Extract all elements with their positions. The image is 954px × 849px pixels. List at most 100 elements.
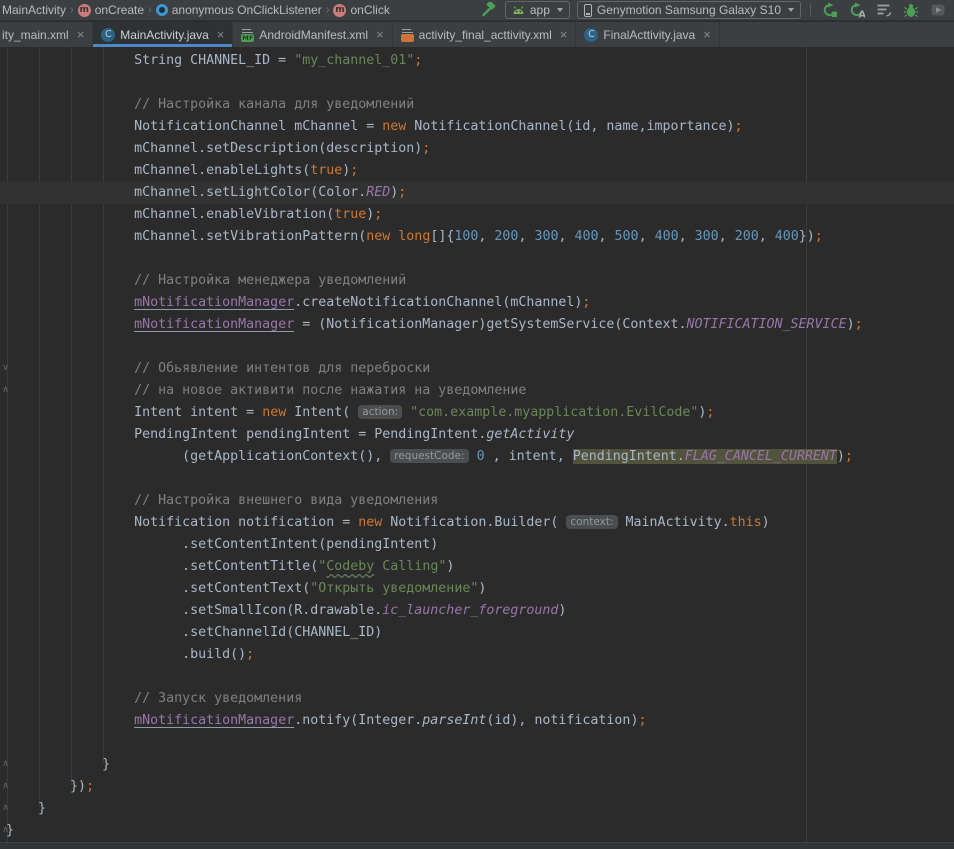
code-line — [6, 666, 954, 688]
code-token: mChannel.enableLights( — [6, 163, 310, 178]
code-editor[interactable]: String CHANNEL_ID = "my_channel_01"; // … — [0, 47, 954, 843]
code-token: , — [759, 229, 775, 244]
parameter-hint: requestCode: — [390, 449, 468, 463]
tab-close-icon[interactable]: × — [560, 28, 568, 41]
tab-close-icon[interactable]: × — [703, 28, 711, 41]
breadcrumb-item[interactable]: MainActivity — [2, 3, 66, 17]
parameter-hint: context: — [566, 515, 617, 529]
profile-button[interactable] — [928, 1, 948, 19]
fold-marker-icon[interactable]: ∧ — [0, 802, 11, 814]
run-toolbar: app Genymotion Samsung Galaxy S10 A — [478, 1, 950, 19]
code-token: 0 — [477, 449, 485, 464]
code-line: // Настройка канала для уведомлений — [6, 94, 954, 116]
code-token: .setContentIntent(pendingIntent) — [6, 537, 438, 552]
navigation-bar: MainActivity › monCreate › anonymous OnClick… — [0, 0, 954, 21]
tab-FinalActtivity.java[interactable]: CFinalActtivity.java× — [576, 22, 719, 47]
code-line: mChannel.setLightColor(Color.RED); — [6, 182, 954, 204]
code-token: (getApplicationContext(), — [6, 449, 390, 464]
code-token: mChannel.setLightColor(Color. — [6, 185, 366, 200]
code-token: } — [6, 801, 46, 816]
code-token: String CHANNEL_ID = — [6, 53, 294, 68]
code-token: .notify(Integer. — [294, 713, 422, 728]
code-token: 400 — [775, 229, 799, 244]
build-hammer-button[interactable] — [478, 1, 498, 19]
tab-ity_main.xml[interactable]: ity_main.xml× — [0, 22, 93, 47]
code-token: mNotificationManager — [134, 713, 294, 728]
code-token: 400 — [655, 229, 679, 244]
code-token — [402, 405, 410, 420]
code-line: .build(); — [6, 644, 954, 666]
attach-debugger-button[interactable] — [874, 1, 894, 19]
fold-marker-icon[interactable]: ∧ — [0, 758, 11, 770]
code-token — [6, 295, 134, 310]
breadcrumb-item[interactable]: monClick — [333, 3, 389, 17]
code-token: .setContentTitle( — [6, 559, 318, 574]
tab-activity_final_acttivity.xml[interactable]: activity_final_acttivity.xml × — [393, 22, 577, 47]
tab-MainActivity.java[interactable]: C MainActivity.java × — [93, 22, 233, 47]
code-token: ) — [558, 603, 566, 618]
code-token: .setSmallIcon(R.drawable. — [6, 603, 382, 618]
code-token: // Настройка канала для уведомлений — [6, 97, 414, 112]
tab-AndroidManifest.xml[interactable]: MFAndroidManifest.xml× — [233, 22, 392, 47]
tab-close-icon[interactable]: × — [217, 28, 225, 41]
code-token: Notification notification = — [6, 515, 358, 530]
code-line: mChannel.enableLights(true); — [6, 160, 954, 182]
tab-label: FinalActtivity.java — [603, 28, 695, 42]
code-token: }) — [6, 779, 86, 794]
code-token: .setContentText( — [6, 581, 310, 596]
breadcrumb-separator-icon: › — [148, 3, 152, 17]
breadcrumb-item[interactable]: monCreate — [78, 3, 144, 17]
tab-label: activity_final_acttivity.xml — [419, 28, 552, 42]
apply-code-changes-button[interactable]: A — [847, 1, 867, 19]
apply-changes-button[interactable] — [820, 1, 840, 19]
code-line: } — [6, 754, 954, 776]
code-line: mNotificationManager.notify(Integer.pars… — [6, 710, 954, 732]
apply-changes-icon — [822, 2, 838, 18]
fold-marker-icon[interactable]: ∧ — [0, 780, 11, 792]
editor-tab-bar: ity_main.xml×CMainActivity.java×MFAndroi… — [0, 22, 954, 48]
code-token: Intent intent = — [6, 405, 262, 420]
code-line — [6, 336, 954, 358]
tab-close-icon[interactable]: × — [376, 28, 384, 41]
fold-marker-icon[interactable]: ∧ — [0, 824, 11, 836]
run-configuration-select[interactable]: app — [505, 1, 570, 19]
chevron-down-icon — [788, 8, 794, 12]
code-line: Notification notification = new Notifica… — [6, 512, 954, 534]
class-icon: C — [101, 28, 115, 42]
chevron-down-icon — [557, 8, 563, 12]
code-token: 100 — [454, 229, 478, 244]
manifest-file-icon: MF — [241, 28, 254, 42]
code-token: , — [478, 229, 494, 244]
fold-marker-icon[interactable]: ∧ — [0, 384, 11, 396]
code-line: .setContentText("Открыть уведомление") — [6, 578, 954, 600]
device-selector[interactable]: Genymotion Samsung Galaxy S10 — [577, 1, 801, 19]
breadcrumb-separator-icon: › — [326, 3, 330, 17]
svg-text:A: A — [859, 10, 866, 19]
code-token: mNotificationManager — [134, 317, 294, 332]
code-token: }) — [799, 229, 815, 244]
code-line: // Обьявление интентов для переброски — [6, 358, 954, 380]
code-line: PendingIntent pendingIntent = PendingInt… — [6, 424, 954, 446]
code-token: , — [518, 229, 534, 244]
code-token: long — [398, 229, 430, 244]
code-token: ; — [735, 119, 743, 134]
code-token: ; — [582, 295, 590, 310]
code-token: 200 — [494, 229, 518, 244]
tab-close-icon[interactable]: × — [77, 28, 85, 41]
code-line: } — [6, 798, 954, 820]
breadcrumb-item[interactable]: anonymous OnClickListener — [156, 3, 322, 17]
code-token: ; — [845, 449, 853, 464]
code-token: ) — [762, 515, 770, 530]
android-studio-window: { "colors":{"bar_bg":"#3c3f41","editor_b… — [0, 0, 954, 849]
code-token: ; — [398, 185, 406, 200]
profile-app-icon — [930, 2, 946, 18]
code-line: String CHANNEL_ID = "my_channel_01"; — [6, 50, 954, 72]
code-token: .build() — [6, 647, 246, 662]
debug-button[interactable] — [901, 1, 921, 19]
tab-label: MainActivity.java — [120, 28, 208, 42]
code-token — [6, 317, 134, 332]
run-configuration-label: app — [530, 3, 550, 17]
code-token: []{ — [430, 229, 454, 244]
code-token: ; — [422, 141, 430, 156]
fold-marker-icon[interactable]: ∨ — [0, 362, 11, 374]
